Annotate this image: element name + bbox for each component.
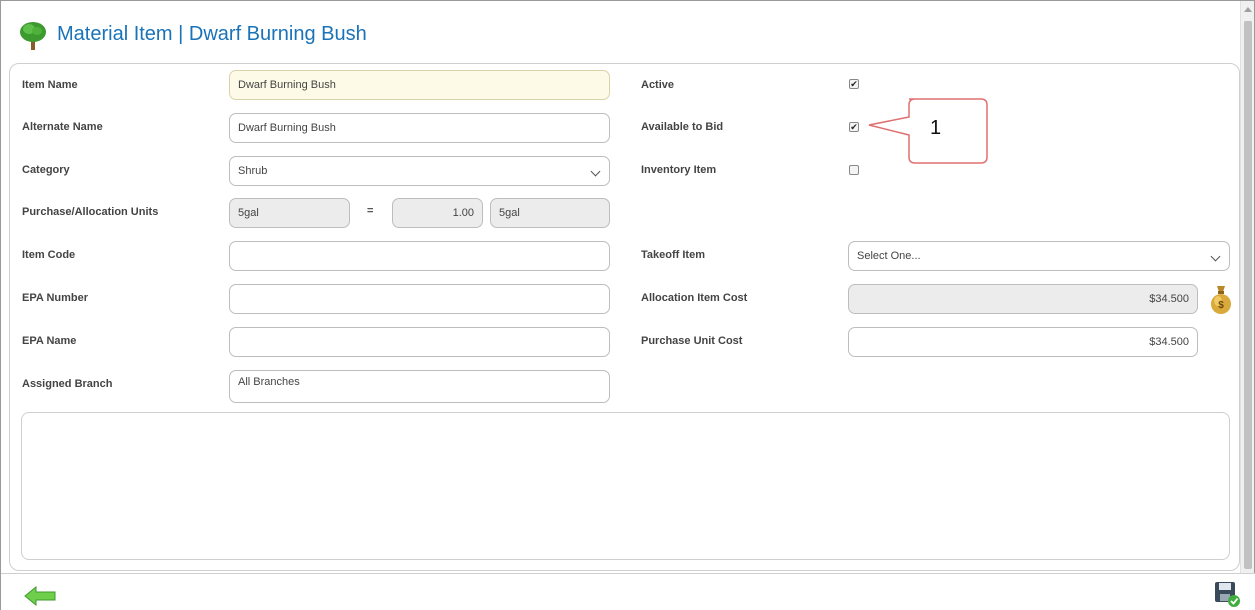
category-label: Category (22, 164, 70, 176)
purchase-unit-cost-label: Purchase Unit Cost (641, 335, 743, 347)
item-code-input[interactable] (229, 241, 610, 271)
purchase-unit-cost-input[interactable]: $34.500 (848, 327, 1198, 357)
callout-number: 1 (930, 117, 942, 139)
purchase-unit-field: 5gal (229, 198, 350, 228)
allocation-item-cost-label: Allocation Item Cost (641, 292, 748, 304)
active-checkbox[interactable]: ✔ (849, 79, 859, 89)
allocation-unit-field: 5gal (490, 198, 610, 228)
active-label: Active (641, 79, 675, 91)
assigned-branch-field[interactable]: All Branches (229, 370, 610, 403)
category-select-value: Shrub (238, 165, 268, 177)
epa-number-label: EPA Number (22, 292, 89, 304)
category-select[interactable]: Shrub (229, 156, 610, 186)
tree-icon (20, 22, 46, 50)
epa-name-label: EPA Name (22, 335, 77, 347)
scroll-thumb[interactable] (1244, 21, 1252, 569)
item-name-input[interactable]: Dwarf Burning Bush (229, 70, 610, 100)
units-label: Purchase/Allocation Units (22, 206, 159, 218)
footer-toolbar (1, 573, 1255, 610)
epa-number-input[interactable] (229, 284, 610, 314)
notes-textarea[interactable] (21, 412, 1230, 560)
callout-annotation (868, 98, 988, 164)
epa-name-input[interactable] (229, 327, 610, 357)
item-name-label: Item Name (22, 79, 78, 91)
chevron-down-icon (590, 166, 601, 177)
alternate-name-input[interactable]: Dwarf Burning Bush (229, 113, 610, 143)
takeoff-item-label: Takeoff Item (641, 249, 705, 261)
header: Material Item | Dwarf Burning Bush (1, 1, 1241, 63)
item-code-label: Item Code (22, 249, 76, 261)
back-arrow-icon[interactable] (23, 586, 57, 606)
save-icon[interactable] (1213, 580, 1241, 608)
inventory-item-label: Inventory Item (641, 164, 717, 176)
conversion-factor-field: 1.00 (392, 198, 483, 228)
scroll-up-arrow-icon[interactable] (1244, 7, 1252, 12)
equals-sign: = (367, 205, 374, 217)
svg-text:$: $ (1218, 300, 1224, 311)
takeoff-item-select-value: Select One... (857, 250, 921, 262)
takeoff-item-select[interactable]: Select One... (848, 241, 1230, 271)
chevron-down-icon (1210, 251, 1221, 262)
vertical-scrollbar[interactable] (1240, 1, 1254, 573)
available-to-bid-label: Available to Bid (641, 121, 724, 133)
alternate-name-label: Alternate Name (22, 121, 103, 133)
material-item-window: Material Item | Dwarf Burning Bush Item … (0, 0, 1255, 610)
assigned-branch-label: Assigned Branch (22, 378, 113, 390)
inventory-item-checkbox[interactable] (849, 165, 859, 175)
available-to-bid-checkbox[interactable]: ✔ (849, 122, 859, 132)
page-title: Material Item | Dwarf Burning Bush (57, 23, 367, 45)
money-bag-icon[interactable]: $ (1209, 283, 1233, 315)
allocation-item-cost-field: $34.500 (848, 284, 1198, 314)
